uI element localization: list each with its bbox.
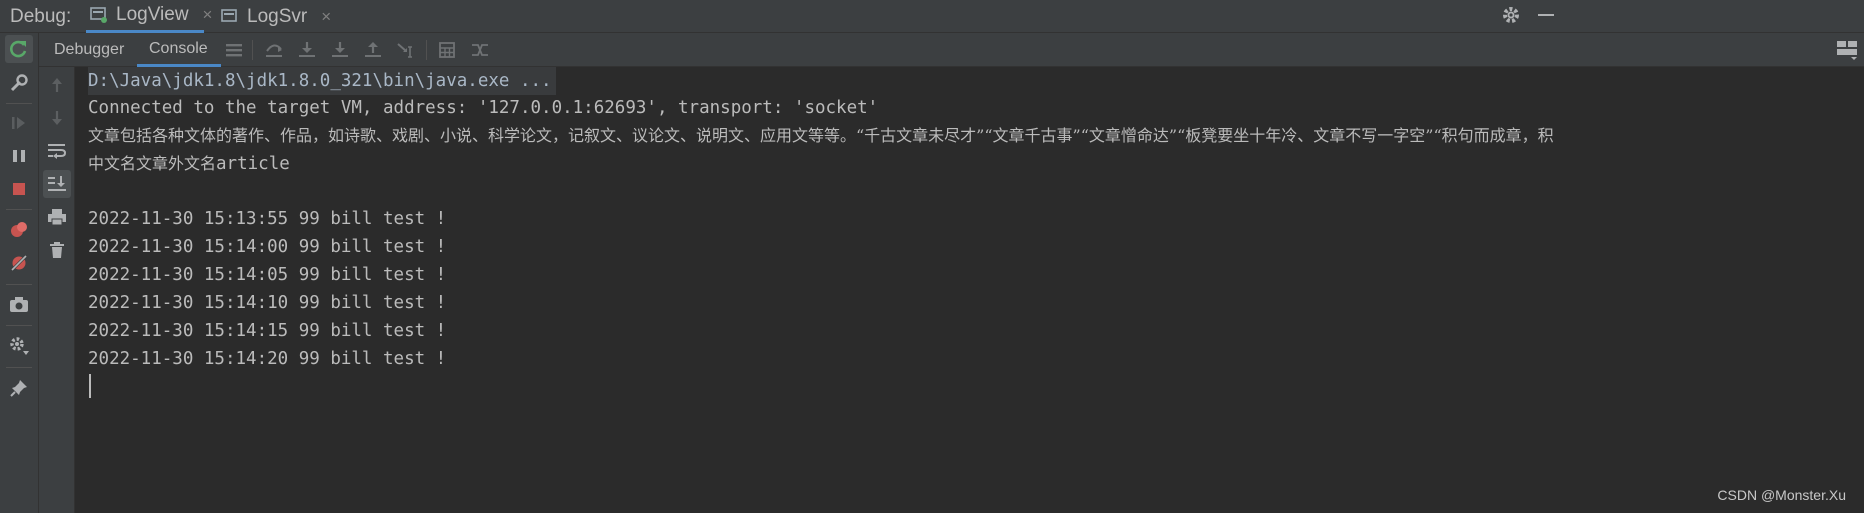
rerun-button[interactable] <box>5 35 33 63</box>
trash-icon <box>50 242 64 258</box>
console-output[interactable]: D:\Java\jdk1.8\jdk1.8.0_321\bin\java.exe… <box>75 67 1850 513</box>
gear-icon[interactable] <box>1500 4 1522 32</box>
close-icon[interactable]: × <box>203 5 213 25</box>
tab-label: Debugger <box>54 41 125 58</box>
console-output-line: 文章包括各种文体的著作、作品，如诗歌、戏剧、小说、科学论文，记叙文、议论文、说明… <box>88 126 1554 145</box>
hamburger-icon <box>226 44 242 57</box>
step-out-button[interactable] <box>362 39 384 61</box>
printer-icon <box>48 209 66 226</box>
rerun-icon <box>10 40 27 58</box>
console-connected-line: Connected to the target VM, address: '12… <box>88 98 879 118</box>
console-output-line: 中文名文章外文名article <box>88 150 290 178</box>
camera-icon <box>10 297 28 312</box>
soft-wrap-icon <box>48 144 67 159</box>
console-log-line: 2022-11-30 15:14:00 99 bill test ! <box>88 237 447 257</box>
settings-button[interactable] <box>5 332 33 360</box>
stop-icon <box>13 183 25 195</box>
get-thread-dump-button[interactable] <box>5 291 33 319</box>
tab-label: LogSvr <box>247 5 308 27</box>
resume-icon <box>12 117 25 129</box>
debug-label: Debug: <box>10 6 72 27</box>
down-stack-trace-button[interactable] <box>43 104 71 132</box>
tab-debugger[interactable]: Debugger <box>54 33 146 67</box>
clear-all-button[interactable] <box>43 236 71 264</box>
pin-icon <box>10 380 27 397</box>
up-stack-trace-button[interactable] <box>43 71 71 99</box>
close-icon[interactable]: × <box>321 7 331 27</box>
print-button[interactable] <box>43 203 71 231</box>
arrow-down-icon <box>52 111 62 125</box>
tab-console[interactable]: Console <box>137 33 221 67</box>
tab-logsvr[interactable]: LogSvr × <box>221 0 331 33</box>
tab-label: LogView <box>116 4 189 25</box>
mute-breakpoints-button[interactable] <box>5 249 33 277</box>
tab-logview[interactable]: LogView × <box>86 0 212 33</box>
evaluate-expression-button[interactable] <box>436 39 458 61</box>
console-log-line: 2022-11-30 15:13:55 99 bill test ! <box>88 209 447 229</box>
soft-wrap-button[interactable] <box>43 137 71 165</box>
stream-trace-icon <box>472 44 488 56</box>
pause-icon <box>13 150 25 162</box>
step-over-button[interactable] <box>263 39 285 61</box>
watermark: CSDN @Monster.Xu <box>1717 487 1846 503</box>
console-log-line: 2022-11-30 15:14:05 99 bill test ! <box>88 265 447 285</box>
console-scrollbar[interactable] <box>1850 67 1864 513</box>
trace-current-stream-button[interactable] <box>469 39 491 61</box>
scroll-to-end-icon <box>48 176 66 191</box>
scroll-to-end-button[interactable] <box>43 170 71 198</box>
debug-left-toolbar <box>0 33 39 513</box>
run-config-icon <box>221 8 239 25</box>
resume-button[interactable] <box>5 109 33 137</box>
force-step-into-icon <box>332 42 348 57</box>
wrench-icon <box>10 74 28 92</box>
debug-tool-window-header: Debug: LogView × LogSvr × <box>0 0 1864 33</box>
text-cursor <box>89 374 91 398</box>
pause-button[interactable] <box>5 142 33 170</box>
step-into-icon <box>299 42 315 57</box>
tab-label: Console <box>149 39 208 57</box>
mute-breakpoints-icon <box>10 254 28 272</box>
layout-menu-button[interactable] <box>223 39 245 61</box>
force-step-into-button[interactable] <box>329 39 351 61</box>
console-output-text: 中文名文章外文名 <box>88 154 217 173</box>
settings-icon <box>10 337 29 355</box>
step-into-button[interactable] <box>296 39 318 61</box>
console-output-text: article <box>216 154 290 174</box>
arrow-up-icon <box>52 78 62 92</box>
modify-run-config-button[interactable] <box>5 69 33 97</box>
layout-settings-button[interactable] <box>1836 38 1858 60</box>
layout-icon <box>1837 41 1857 60</box>
view-breakpoints-button[interactable] <box>5 216 33 244</box>
stop-button[interactable] <box>5 175 33 203</box>
console-log-line: 2022-11-30 15:14:20 99 bill test ! <box>88 349 447 369</box>
console-log-line: 2022-11-30 15:14:10 99 bill test ! <box>88 293 447 313</box>
pin-tab-button[interactable] <box>5 374 33 402</box>
console-command-line[interactable]: D:\Java\jdk1.8\jdk1.8.0_321\bin\java.exe… <box>88 67 556 95</box>
step-over-icon <box>266 44 282 57</box>
run-to-cursor-button[interactable] <box>395 39 417 61</box>
step-out-icon <box>365 42 381 57</box>
run-to-cursor-icon <box>397 43 412 58</box>
console-log-line: 2022-11-30 15:14:15 99 bill test ! <box>88 321 447 341</box>
console-gutter-toolbar <box>39 67 75 513</box>
run-config-icon <box>90 7 108 23</box>
debugger-console-toolbar: Debugger Console <box>39 33 1864 67</box>
minimize-icon[interactable] <box>1536 4 1556 32</box>
calculator-icon <box>439 42 455 58</box>
breakpoints-icon <box>11 222 27 237</box>
